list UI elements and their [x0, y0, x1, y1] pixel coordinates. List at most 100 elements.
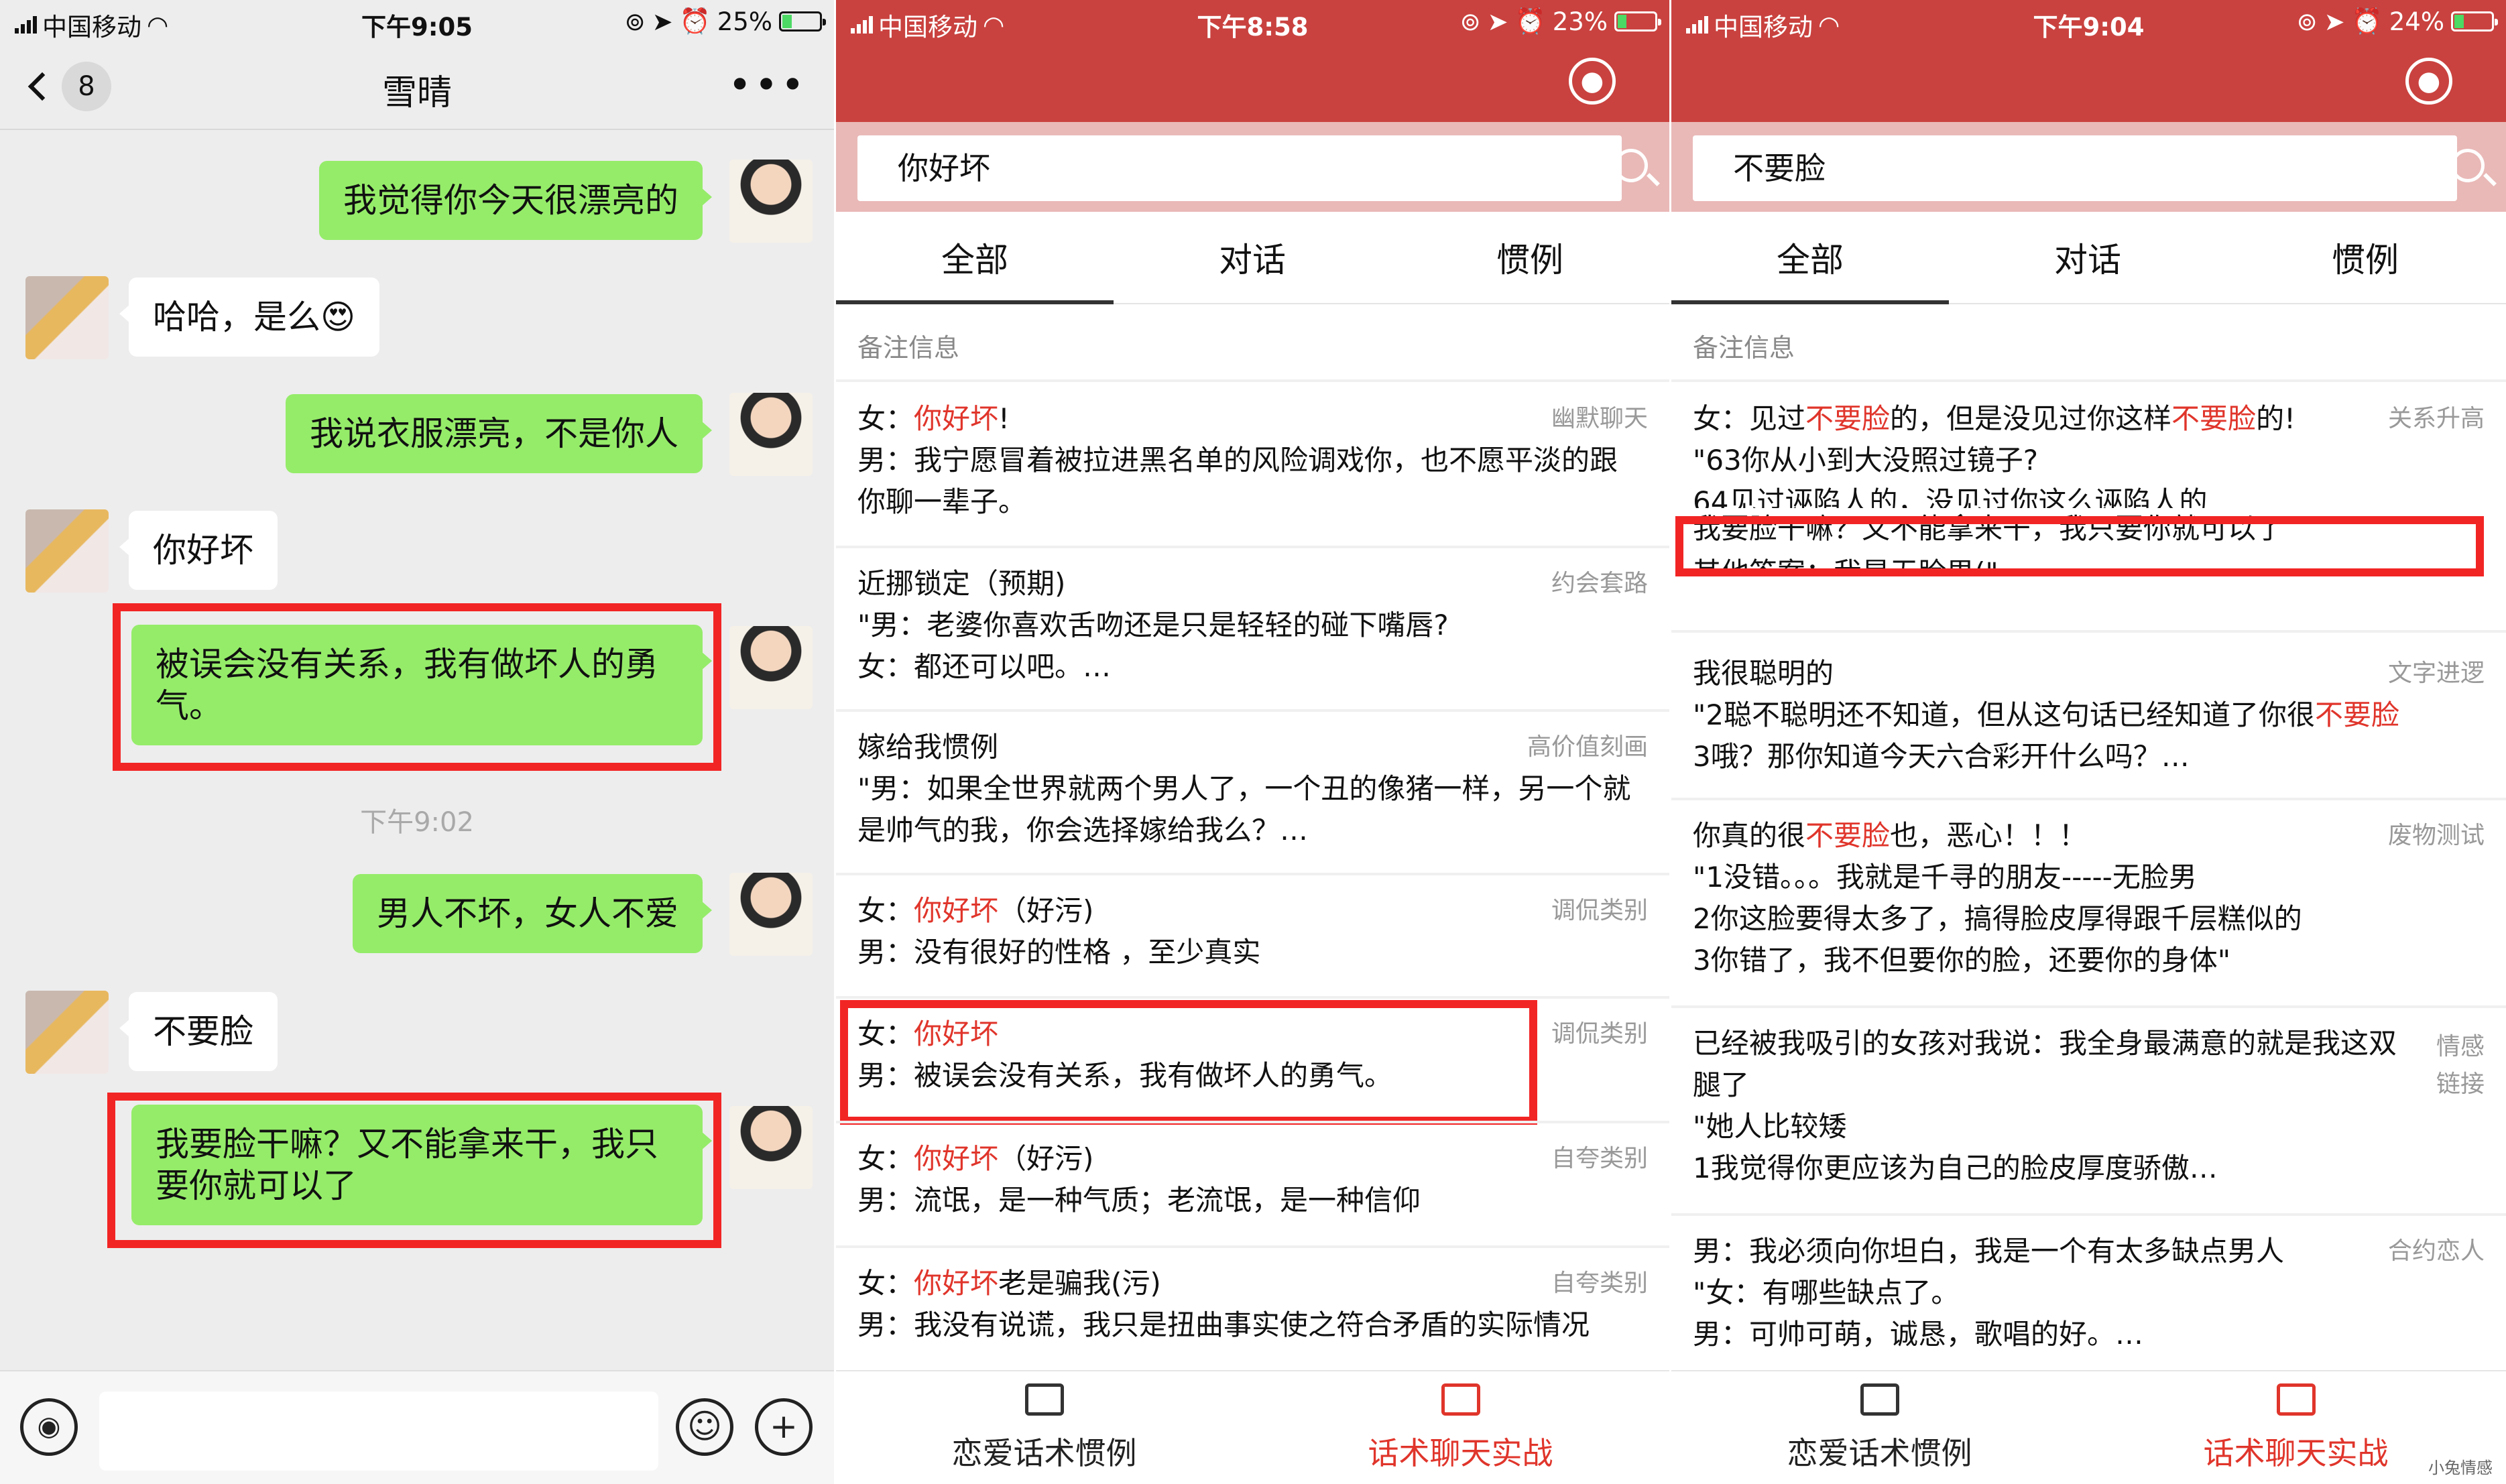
search-input[interactable]: 不要脸: [1693, 135, 2457, 201]
tab-love-routines[interactable]: 恋爱话术惯例: [1671, 1383, 2088, 1473]
chat-screen: 中国移动 ◠ 下午9:05 ⊚ ➤ ⏰ 25% 8 雪晴 ••• 我觉得你今天很…: [0, 0, 834, 1484]
tab-love-routines[interactable]: 恋爱话术惯例: [836, 1383, 1252, 1473]
tab-dialogue[interactable]: 对话: [1949, 233, 2226, 282]
result-category: 幽默聊天: [1551, 405, 1648, 432]
result-title: 女：你好坏（好污): [857, 1142, 1094, 1175]
search-bar: 不要脸: [1671, 122, 2506, 212]
tab-bar: 全部 对话 惯例: [1671, 212, 2506, 304]
search-bar: 你好坏: [836, 122, 1669, 212]
message-bubble[interactable]: 我说衣服漂亮，不是你人: [286, 394, 712, 473]
result-item[interactable]: 近挪锁定（预期) 约会套路 "男：老婆你喜欢舌吻还是只是轻轻的碰下嘴唇? 女：都…: [836, 548, 1669, 709]
chat-timestamp: 下午9:02: [360, 807, 474, 838]
result-line: "1没错。。。我就是千寻的朋友-----无脸男: [1693, 861, 2197, 893]
avatar[interactable]: [729, 1106, 813, 1189]
plus-icon[interactable]: +: [755, 1398, 813, 1456]
active-tab-indicator: [1671, 300, 1949, 304]
result-line: 64见过诬陷人的，没见过你这么诬陷人的: [1693, 485, 2208, 508]
image-icon: [1441, 1383, 1480, 1416]
result-item[interactable]: 女：你好坏! 幽默聊天 男：我宁愿冒着被拉进黑名单的风险调戏你，也不愿平淡的跟 …: [836, 382, 1669, 546]
active-tab-indicator: [836, 300, 1114, 304]
alarm-icon: ⏰: [1514, 7, 1546, 36]
result-line: 腿了: [1693, 1068, 1750, 1101]
message-bubble[interactable]: 男人不坏，女人不爱: [353, 874, 712, 953]
tab-all[interactable]: 全部: [836, 233, 1114, 282]
message-bubble[interactable]: 我觉得你今天很漂亮的: [319, 161, 712, 240]
tab-dialogue[interactable]: 对话: [1114, 233, 1391, 282]
result-item[interactable]: 嫁给我惯例 高价值刻画 "男：如果全世界就两个男人了，一个丑的像猪一样，另一个就…: [836, 712, 1669, 873]
tab-all[interactable]: 全部: [1671, 233, 1949, 282]
result-category: 文字进逻: [2387, 660, 2485, 687]
annotation-box: [1675, 516, 2484, 576]
message-bubble[interactable]: 不要脸: [119, 992, 278, 1071]
result-category: 高价值刻画: [1527, 733, 1648, 761]
tab-label: 话术聊天实战: [1368, 1435, 1553, 1471]
section-label: 备注信息: [857, 333, 960, 363]
emoji-icon[interactable]: ☺: [676, 1398, 733, 1456]
result-category: 废物测试: [2387, 822, 2485, 849]
battery-percent: 25%: [717, 7, 772, 36]
result-item[interactable]: 女：你好坏（好污) 自夸类别 男：流氓，是一种气质；老流氓，是一种信仰: [836, 1123, 1669, 1245]
avatar[interactable]: [729, 160, 813, 243]
result-title: 男：我必须向你坦白，我是一个有太多缺点男人: [1693, 1235, 2285, 1267]
result-title: 已经被我吸引的女孩对我说：我全身最满意的就是我这双: [1693, 1027, 2397, 1060]
result-line: "63你从小到大没照过镜子?: [1693, 444, 2039, 477]
chat-title: 雪晴: [381, 73, 452, 113]
battery-icon: [1614, 11, 1661, 32]
result-category: 调侃类别: [1551, 897, 1648, 924]
avatar[interactable]: [25, 276, 109, 359]
status-bar: 中国移动 ◠ 下午9:04 ⊚ ➤ ⏰ 24%: [1671, 0, 2506, 42]
message-bubble[interactable]: 你好坏: [119, 511, 278, 590]
status-bar: 中国移动 ◠ 下午9:05 ⊚ ➤ ⏰ 25%: [0, 0, 834, 42]
result-title: 你真的很不要脸也，恶心！！！: [1693, 819, 2088, 852]
image-icon: [2276, 1383, 2316, 1416]
annotation-box: [113, 603, 721, 771]
location-icon: ➤: [2324, 7, 2345, 36]
message-bubble[interactable]: 哈哈，是么😍: [119, 277, 380, 357]
search-input[interactable]: 你好坏: [857, 135, 1622, 201]
result-item[interactable]: 男：我必须向你坦白，我是一个有太多缺点男人 合约恋人 "女：有哪些缺点了。 男：…: [1671, 1216, 2506, 1370]
tab-routine[interactable]: 惯例: [2226, 233, 2504, 282]
avatar[interactable]: [729, 393, 813, 476]
location-icon: ➤: [652, 7, 673, 36]
result-item[interactable]: 已经被我吸引的女孩对我说：我全身最满意的就是我这双 情感 链接 腿了 "她人比较…: [1671, 1008, 2506, 1213]
result-line: 男：没有很好的性格 ，至少真实: [857, 936, 1261, 969]
location-icon: ➤: [1487, 7, 1508, 36]
result-line: 男：可帅可萌，诚恳，歌唱的好。…: [1693, 1318, 2144, 1351]
search-icon[interactable]: [2451, 149, 2485, 182]
tab-routine[interactable]: 惯例: [1391, 233, 1669, 282]
avatar[interactable]: [729, 873, 813, 956]
result-item[interactable]: 你真的很不要脸也，恶心！！！ 废物测试 "1没错。。。我就是千寻的朋友-----…: [1671, 800, 2506, 1005]
tab-chat-practice[interactable]: 话术聊天实战: [1252, 1383, 1669, 1473]
avatar[interactable]: [25, 991, 109, 1074]
alarm-icon: ⏰: [2351, 7, 2383, 36]
result-line: 1我觉得你更应该为自己的脸皮厚度骄傲…: [1693, 1152, 2218, 1184]
result-item[interactable]: 女：你好坏老是骗我(污) 自夸类别 男：我没有说谎，我只是扭曲事实使之符合矛盾的…: [836, 1248, 1669, 1369]
avatar[interactable]: [25, 509, 109, 593]
search-screen-right: 中国移动 ◠ 下午9:04 ⊚ ➤ ⏰ 24% ● 不要脸 全部 对话 惯例 备…: [1671, 0, 2506, 1484]
result-line: 男：我宁愿冒着被拉进黑名单的风险调戏你，也不愿平淡的跟: [857, 444, 1618, 477]
result-title: 近挪锁定（预期): [857, 567, 1066, 600]
result-item[interactable]: 女：你好坏（好污) 调侃类别 男：没有很好的性格 ，至少真实: [836, 875, 1669, 996]
alarm-icon: ⏰: [679, 7, 711, 36]
result-line: 男：流氓，是一种气质；老流氓，是一种信仰: [857, 1184, 1421, 1217]
annotation-box: [840, 1000, 1537, 1125]
watermark: 小兔情感: [2428, 1459, 2493, 1477]
section-label: 备注信息: [1693, 333, 1795, 363]
chat-bubble-icon: [1024, 1383, 1064, 1416]
result-item[interactable]: 女：见过不要脸的，但是没见过你这样不要脸的! 关系升高 "63你从小到大没照过镜…: [1671, 382, 2506, 630]
user-profile-icon[interactable]: ●: [2405, 58, 2452, 105]
app-header: ●: [1671, 42, 2506, 122]
voice-input-icon[interactable]: ◉: [20, 1398, 78, 1456]
more-options-button[interactable]: •••: [728, 62, 807, 109]
avatar[interactable]: [729, 626, 813, 709]
result-title: 女：你好坏老是骗我(污): [857, 1267, 1161, 1300]
result-category: 调侃类别: [1551, 1020, 1648, 1048]
user-profile-icon[interactable]: ●: [1569, 58, 1616, 105]
result-item[interactable]: 我很聪明的 文字进逻 "2聪不聪明还不知道，但从这句话已经知道了你很不要脸 3哦…: [1671, 633, 2506, 798]
status-bar: 中国移动 ◠ 下午8:58 ⊚ ➤ ⏰ 23%: [836, 0, 1669, 42]
result-title: 女：你好坏（好污): [857, 894, 1094, 927]
result-category: 自夸类别: [1551, 1145, 1648, 1172]
message-input[interactable]: [99, 1392, 658, 1471]
search-icon[interactable]: [1614, 149, 1648, 182]
result-title: 女：你好坏!: [857, 402, 1010, 435]
